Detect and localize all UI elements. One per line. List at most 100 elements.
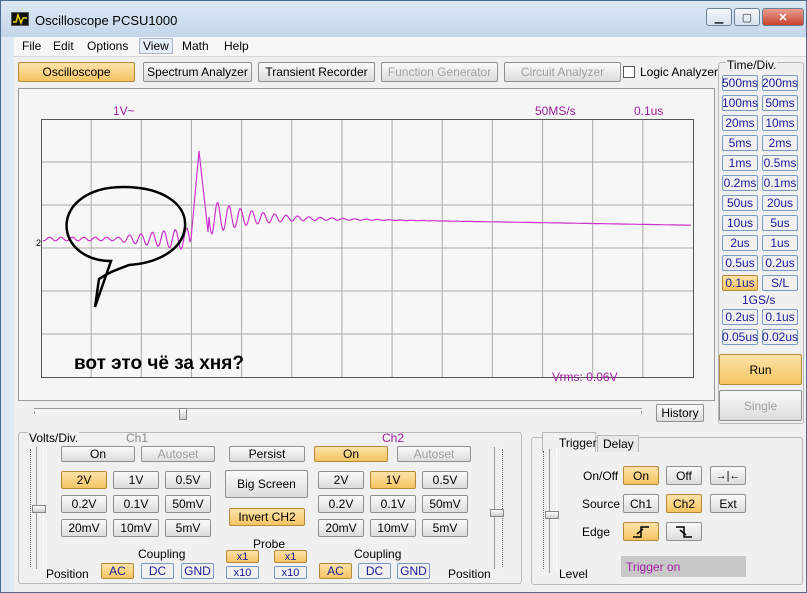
ch1-position-knob[interactable] (32, 505, 46, 513)
timediv-button[interactable]: 0.2ms (722, 175, 758, 191)
ch1-coupling-ac[interactable]: AC (101, 563, 134, 579)
ch2-volt-button[interactable]: 0.5V (422, 471, 468, 489)
timediv-button[interactable]: 1us (762, 235, 798, 251)
menu-view[interactable]: View (139, 38, 173, 54)
timediv-button[interactable]: 10us (722, 215, 758, 231)
ch2-on-button[interactable]: On (314, 446, 388, 462)
ch2-autoset-button[interactable]: Autoset (397, 446, 471, 462)
gs-timediv-button[interactable]: 0.02us (762, 329, 798, 345)
timediv-button[interactable]: 0.5us (722, 255, 758, 271)
ch2-volt-button[interactable]: 50mV (422, 495, 468, 513)
app-window: Oscilloscope PCSU1000 ▁ ▢ ✕ File Edit Op… (0, 0, 807, 593)
single-button[interactable]: Single (719, 390, 802, 421)
ch2-volt-button[interactable]: 5mV (422, 519, 468, 537)
menu-file[interactable]: File (18, 39, 45, 53)
trigger-source-ch2[interactable]: Ch2 (666, 494, 702, 513)
ch1-probe-x1[interactable]: x1 (226, 550, 259, 563)
timediv-button[interactable]: 0.1ms (762, 175, 798, 191)
ch2-probe-x1[interactable]: x1 (274, 550, 307, 563)
timediv-button[interactable]: 0.1us (722, 275, 758, 291)
timediv-button[interactable]: 200ms (762, 75, 798, 91)
gs-timediv-button[interactable]: 0.05us (722, 329, 758, 345)
oscilloscope-tab-button[interactable]: Oscilloscope (18, 62, 135, 82)
main-client: Oscilloscope Spectrum Analyzer Transient… (14, 57, 806, 592)
timediv-button[interactable]: 2ms (762, 135, 798, 151)
time-position-knob[interactable] (179, 408, 187, 420)
ch1-coupling-gnd[interactable]: GND (181, 563, 214, 579)
trigger-source-ext[interactable]: Ext (710, 494, 746, 513)
close-button[interactable]: ✕ (762, 8, 804, 26)
trigger-source-ch1[interactable]: Ch1 (623, 494, 659, 513)
logic-analyzer-checkbox[interactable] (623, 66, 635, 78)
ch1-volt-button[interactable]: 0.1V (113, 495, 159, 513)
menu-help[interactable]: Help (220, 39, 253, 53)
timediv-button[interactable]: 10ms (762, 115, 798, 131)
ch2-volt-button[interactable]: 1V (370, 471, 416, 489)
persist-button[interactable]: Persist (229, 446, 305, 462)
trigger-off-button[interactable]: Off (666, 466, 702, 485)
ch1-on-button[interactable]: On (61, 446, 135, 462)
ch2-coupling-ac[interactable]: AC (319, 563, 352, 579)
ch1-volt-button[interactable]: 10mV (113, 519, 159, 537)
trigger-level-knob[interactable] (545, 511, 559, 519)
menu-bar: File Edit Options View Math Help (14, 37, 806, 57)
ch2-coupling-gnd[interactable]: GND (397, 563, 430, 579)
close-icon: ✕ (778, 11, 788, 24)
timediv-button[interactable]: 50ms (762, 95, 798, 111)
ch2-volt-button[interactable]: 0.2V (318, 495, 364, 513)
ch1-autoset-button[interactable]: Autoset (141, 446, 215, 462)
gs-timediv-button[interactable]: 0.1us (762, 309, 798, 325)
tab-delay[interactable]: Delay (597, 435, 639, 452)
ch1-volt-button[interactable]: 1V (113, 471, 159, 489)
trigger-center-button[interactable]: →|← (710, 466, 746, 485)
ch2-position-slider[interactable] (494, 447, 502, 569)
trigger-source-label: Source (582, 497, 621, 511)
timediv-button[interactable]: 0.2us (762, 255, 798, 271)
spectrum-analyzer-button[interactable]: Spectrum Analyzer (143, 62, 252, 82)
timediv-button[interactable]: 5us (762, 215, 798, 231)
run-button[interactable]: Run (719, 354, 802, 385)
gs-timediv-button[interactable]: 0.2us (722, 309, 758, 325)
menu-options[interactable]: Options (83, 39, 132, 53)
timediv-button[interactable]: S/L (762, 275, 798, 291)
ch1-volt-button[interactable]: 20mV (61, 519, 107, 537)
history-button[interactable]: History (656, 404, 704, 422)
ch2-volt-button[interactable]: 2V (318, 471, 364, 489)
timediv-button[interactable]: 100ms (722, 95, 758, 111)
ch2-volt-button[interactable]: 10mV (370, 519, 416, 537)
maximize-button[interactable]: ▢ (734, 8, 760, 26)
ch1-probe-x10[interactable]: x10 (226, 566, 259, 579)
rising-edge-button[interactable] (623, 522, 659, 541)
ch1-volt-button[interactable]: 5mV (165, 519, 211, 537)
ch1-volt-button[interactable]: 2V (61, 471, 107, 489)
falling-edge-button[interactable] (666, 522, 702, 541)
ch2-position-knob[interactable] (490, 509, 504, 517)
timediv-button[interactable]: 5ms (722, 135, 758, 151)
timediv-button[interactable]: 50us (722, 195, 758, 211)
big-screen-button[interactable]: Big Screen (225, 470, 308, 498)
function-generator-button[interactable]: Function Generator (381, 62, 498, 82)
ch1-volt-button[interactable]: 50mV (165, 495, 211, 513)
timediv-button[interactable]: 500ms (722, 75, 758, 91)
ch1-coupling-dc[interactable]: DC (141, 563, 174, 579)
ch2-probe-x10[interactable]: x10 (274, 566, 307, 579)
menu-edit[interactable]: Edit (49, 39, 78, 53)
ch1-volt-button[interactable]: 0.2V (61, 495, 107, 513)
ch2-volt-button[interactable]: 20mV (318, 519, 364, 537)
ch1-volt-button[interactable]: 0.5V (165, 471, 211, 489)
minimize-icon: ▁ (714, 11, 724, 24)
timediv-button[interactable]: 2us (722, 235, 758, 251)
transient-recorder-button[interactable]: Transient Recorder (258, 62, 375, 82)
trigger-on-button[interactable]: On (623, 466, 659, 485)
ch2-coupling-dc[interactable]: DC (358, 563, 391, 579)
menu-math[interactable]: Math (178, 39, 213, 53)
trigger-status: Trigger on (621, 556, 746, 577)
circuit-analyzer-button[interactable]: Circuit Analyzer (504, 62, 621, 82)
timediv-button[interactable]: 20ms (722, 115, 758, 131)
timediv-button[interactable]: 1ms (722, 155, 758, 171)
minimize-button[interactable]: ▁ (706, 8, 732, 26)
timediv-button[interactable]: 0.5ms (762, 155, 798, 171)
ch2-volt-button[interactable]: 0.1V (370, 495, 416, 513)
timediv-button[interactable]: 20us (762, 195, 798, 211)
invert-ch2-button[interactable]: Invert CH2 (229, 508, 305, 526)
